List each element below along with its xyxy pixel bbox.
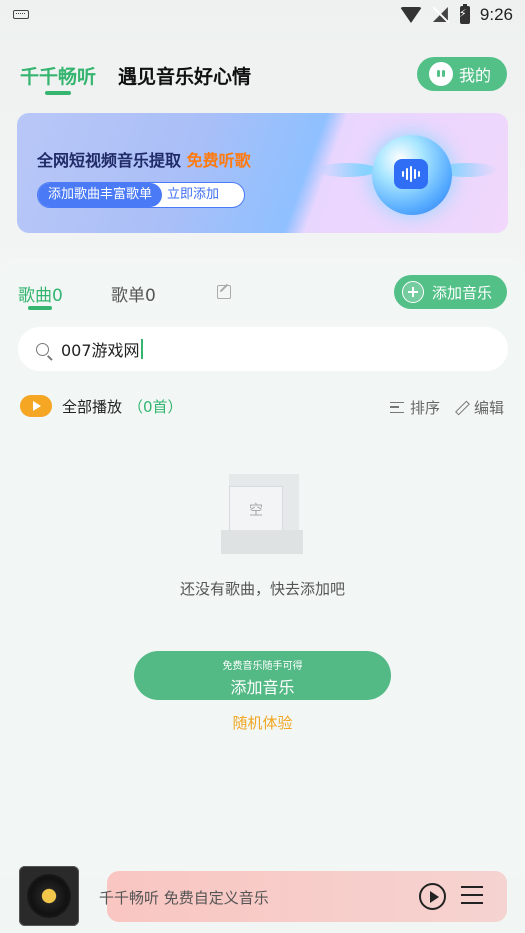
album-disc-icon[interactable]: [19, 866, 79, 926]
tab-slogan[interactable]: 遇见音乐好心情: [118, 62, 251, 89]
songs-tab-indicator: [28, 306, 52, 310]
keyboard-icon: [13, 10, 29, 19]
battery-charging-icon: [459, 4, 470, 24]
search-input[interactable]: 007游戏网: [18, 327, 508, 371]
edit-label: 编辑: [474, 399, 505, 417]
edit-playlist-icon[interactable]: [217, 285, 231, 299]
search-value: 007游戏网: [61, 341, 140, 360]
wave-left-decoration: [317, 163, 377, 177]
banner-add-now-button[interactable]: 立即添加: [162, 183, 219, 207]
add-music-subtitle: 免费音乐随手可得: [222, 661, 303, 672]
banner-title-main: 全网短视频音乐提取: [37, 151, 182, 170]
me-label: 我的: [459, 66, 492, 85]
status-icons: 9:26: [399, 4, 513, 25]
add-music-main-label: 添加音乐: [230, 678, 295, 697]
empty-box-icon: 空: [221, 474, 303, 554]
banner-title-highlight: 免费听歌: [186, 151, 251, 170]
pencil-icon: [455, 401, 468, 414]
text-cursor: [140, 339, 143, 359]
add-music-big-button[interactable]: 免费音乐随手可得 添加音乐: [134, 651, 391, 700]
me-button[interactable]: 我的: [417, 57, 507, 91]
play-all-button[interactable]: 全部播放 （0首）: [20, 395, 183, 417]
banner-pill-left: 添加歌曲丰富歌单: [38, 183, 163, 207]
edit-button[interactable]: 编辑: [455, 397, 504, 418]
tab-qianqian[interactable]: 千千畅听: [20, 62, 96, 89]
empty-placeholder: 空: [229, 486, 283, 534]
tab-songs[interactable]: 歌曲0: [18, 281, 63, 306]
random-experience-link[interactable]: 随机体验: [0, 712, 525, 733]
wifi-icon: [399, 7, 422, 23]
active-tab-indicator: [45, 91, 71, 95]
tab-playlists[interactable]: 歌单0: [111, 281, 156, 306]
smile-face-icon: [429, 62, 453, 86]
no-signal-icon: [432, 6, 450, 24]
song-count: （0首）: [128, 397, 183, 416]
add-music-label: 添加音乐: [432, 283, 493, 302]
sort-button[interactable]: 排序: [390, 397, 440, 418]
player-track-text: 千千畅听 免费自定义音乐: [99, 889, 269, 907]
promo-banner[interactable]: 全网短视频音乐提取 免费听歌 添加歌曲丰富歌单 立即添加: [17, 113, 508, 233]
play-all-label: 全部播放: [62, 397, 123, 416]
sort-icon: [390, 402, 404, 413]
plus-icon: [402, 281, 424, 303]
play-circle-icon[interactable]: [419, 883, 446, 910]
empty-message: 还没有歌曲，快去添加吧: [179, 580, 345, 598]
sort-label: 排序: [410, 399, 441, 417]
banner-title: 全网短视频音乐提取 免费听歌: [37, 147, 251, 171]
playlist-queue-icon[interactable]: [461, 886, 483, 906]
search-icon: [36, 342, 49, 356]
banner-add-pill[interactable]: 添加歌曲丰富歌单 立即添加: [37, 182, 245, 208]
add-music-button[interactable]: 添加音乐: [394, 275, 507, 309]
sound-wave-icon: [394, 159, 428, 189]
status-bar: 9:26: [0, 0, 525, 30]
clock: 9:26: [479, 5, 513, 24]
voice-orb-icon: [372, 135, 452, 215]
play-icon: [20, 395, 52, 417]
